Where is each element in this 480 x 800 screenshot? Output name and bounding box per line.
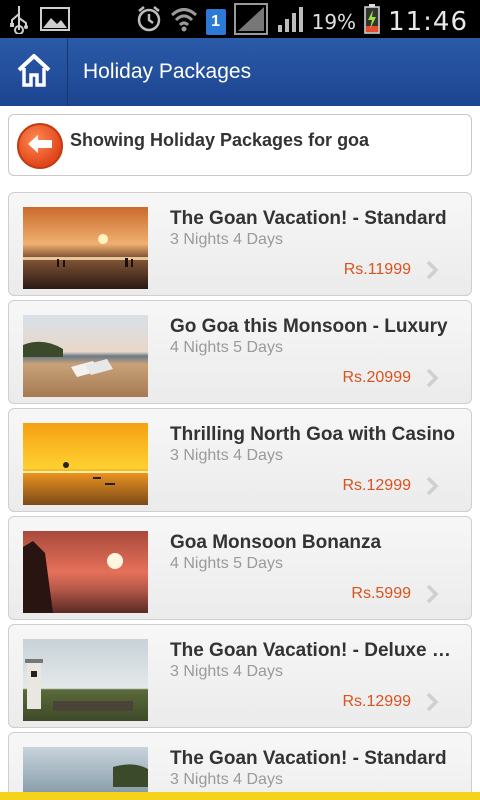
image-icon (40, 6, 70, 37)
package-price: Rs.5999 (351, 585, 411, 602)
package-price: Rs.20999 (342, 369, 412, 386)
package-thumbnail (23, 423, 148, 505)
package-thumbnail (23, 315, 148, 397)
signal-icon (276, 5, 304, 38)
page-title: Holiday Packages (83, 60, 252, 83)
home-button[interactable] (0, 38, 68, 106)
chevron-right-icon (425, 368, 439, 388)
search-summary-text: Showing Holiday Packages for goa (70, 130, 370, 150)
package-duration: 3 Nights 4 Days (170, 663, 283, 680)
package-title: Go Goa this Monsoon - Luxury (170, 316, 448, 337)
package-duration: 3 Nights 4 Days (170, 771, 283, 788)
package-title: The Goan Vacation! - Standard (170, 748, 447, 769)
package-duration: 4 Nights 5 Days (170, 555, 283, 572)
package-item[interactable]: Thrilling North Goa with Casino 3 Nights… (8, 408, 472, 512)
package-price: Rs.11999 (343, 261, 411, 278)
chevron-right-icon (425, 692, 439, 712)
chevron-right-icon (425, 584, 439, 604)
package-thumbnail (23, 639, 148, 721)
package-item[interactable]: The Goan Vacation! - Standard 3 Nights 4… (8, 732, 472, 800)
package-thumbnail (23, 207, 148, 289)
chevron-right-icon (425, 260, 439, 280)
package-item[interactable]: Goa Monsoon Bonanza 4 Nights 5 Days Rs.5… (8, 516, 472, 620)
usb-icon (8, 4, 30, 39)
package-price: Rs.12999 (342, 693, 412, 710)
action-bar: Holiday Packages (0, 38, 480, 106)
package-title: The Goan Vacation! - Standard (170, 208, 447, 229)
package-list[interactable]: The Goan Vacation! - Standard 3 Nights 4… (8, 192, 472, 800)
status-bar: 1 19% 11:46 (0, 0, 480, 38)
package-duration: 3 Nights 4 Days (170, 231, 283, 248)
package-price: Rs.12999 (342, 477, 412, 494)
package-thumbnail (23, 531, 148, 613)
package-item[interactable]: The Goan Vacation! - Standard 3 Nights 4… (8, 192, 472, 296)
search-summary-card: Showing Holiday Packages for goa (8, 114, 472, 176)
package-duration: 4 Nights 5 Days (170, 339, 283, 356)
package-duration: 3 Nights 4 Days (170, 447, 283, 464)
home-icon (16, 53, 52, 92)
battery-icon (364, 4, 380, 39)
package-item[interactable]: Go Goa this Monsoon - Luxury 4 Nights 5 … (8, 300, 472, 404)
battery-percent: 19% (311, 9, 357, 34)
alarm-icon (136, 5, 162, 38)
package-item[interactable]: The Goan Vacation! - Deluxe Package 3 Ni… (8, 624, 472, 728)
clock: 11:46 (388, 6, 468, 37)
package-title: Thrilling North Goa with Casino (170, 424, 455, 445)
package-title: The Goan Vacation! - Deluxe Package (170, 640, 462, 661)
package-title: Goa Monsoon Bonanza (170, 532, 382, 553)
wifi-icon (170, 6, 198, 37)
bottom-accent-bar (0, 792, 480, 800)
no-signal-icon (233, 3, 268, 40)
chevron-right-icon (425, 476, 439, 496)
back-button[interactable] (17, 123, 63, 169)
back-arrow-icon (26, 133, 54, 160)
sim-icon: 1 (205, 8, 226, 35)
